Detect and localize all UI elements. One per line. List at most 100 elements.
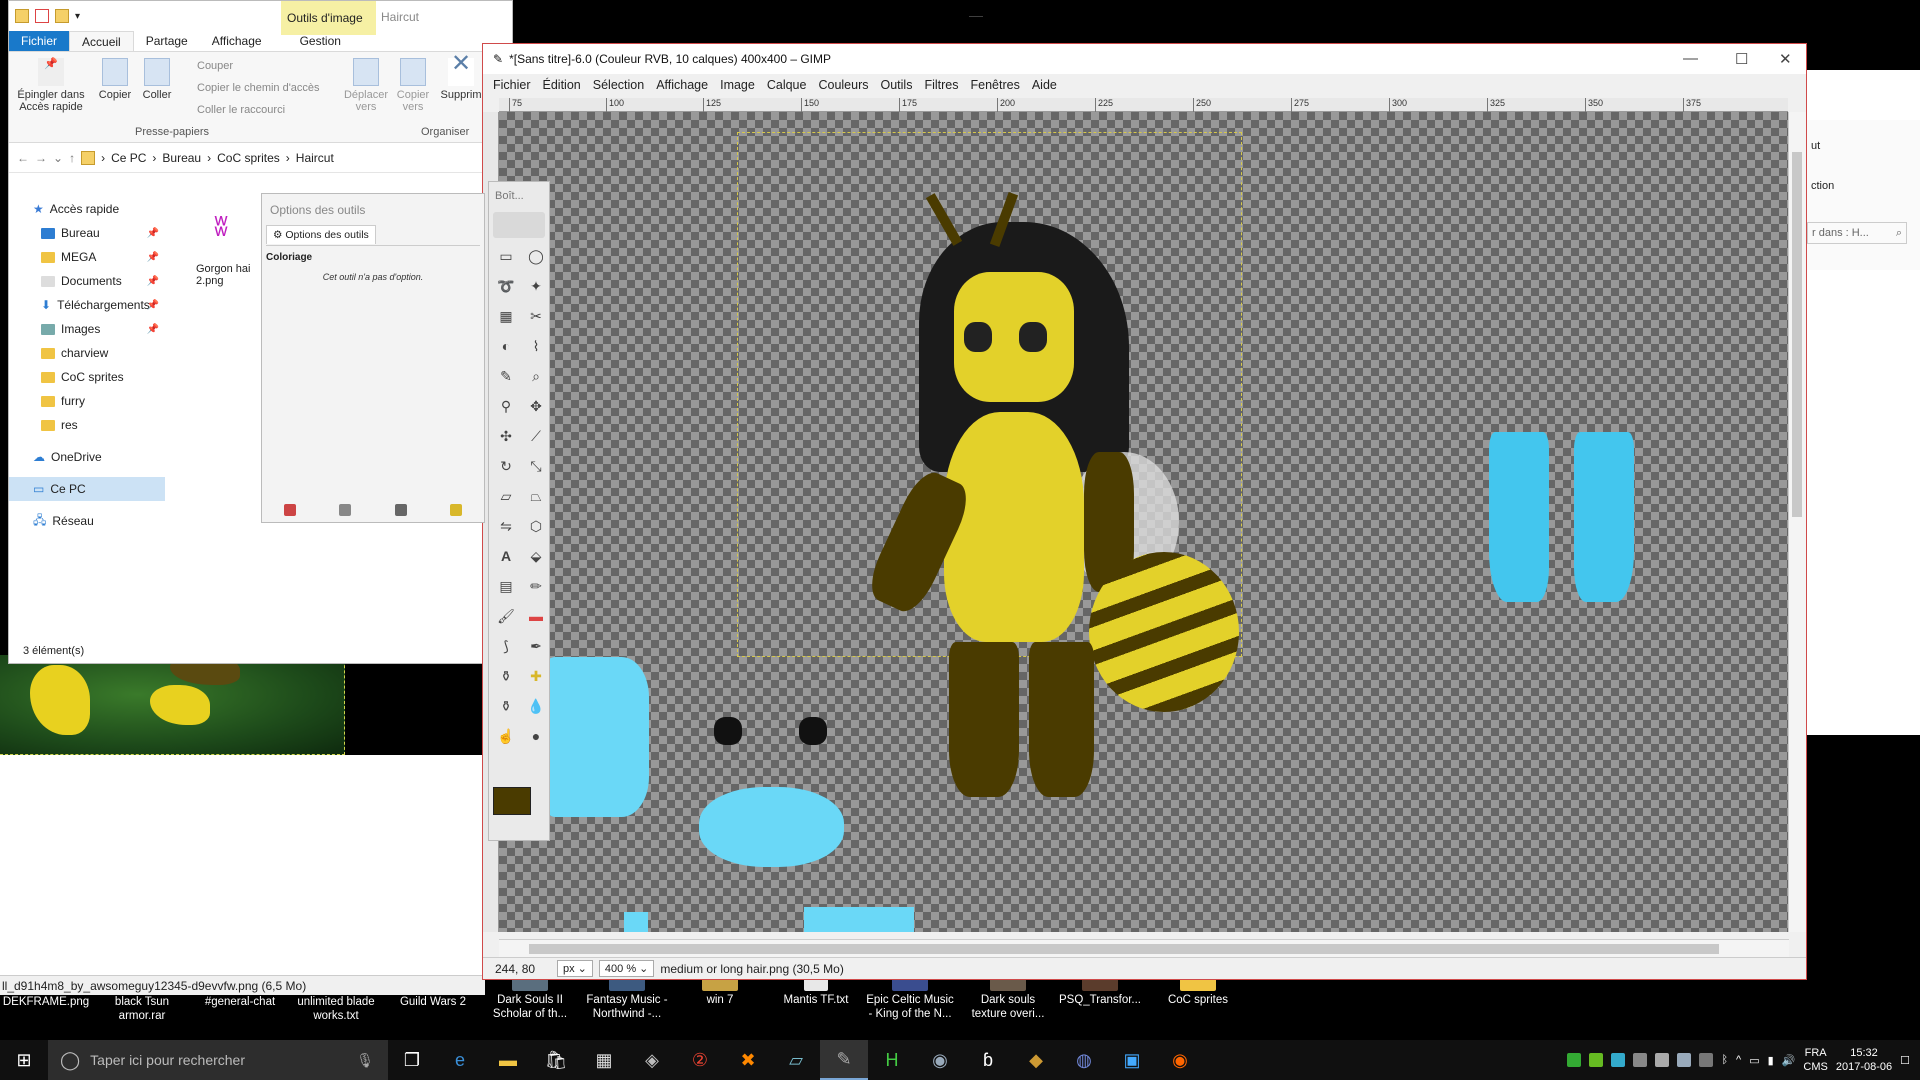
app-icon[interactable]: ◈ <box>628 1040 676 1080</box>
calculator-icon[interactable]: ▦ <box>580 1040 628 1080</box>
free-select-icon[interactable]: ➰ <box>494 274 518 298</box>
perspective-icon[interactable]: ⏢ <box>524 484 548 508</box>
copy-to-button[interactable]: Copier vers <box>393 58 433 113</box>
eraser-icon[interactable]: ▬ <box>524 604 548 628</box>
menu-edit[interactable]: Édition <box>537 74 587 96</box>
task-view-icon[interactable]: ❐ <box>388 1040 436 1080</box>
measure-icon[interactable]: ⚲ <box>494 394 518 418</box>
desktop-icon[interactable]: #general-chat <box>194 995 286 1009</box>
close-icon[interactable]: ✕ <box>1779 50 1792 68</box>
rotate-icon[interactable]: ↻ <box>494 454 518 478</box>
flip-icon[interactable]: ⇋ <box>494 514 518 538</box>
delete-preset-icon[interactable] <box>394 504 407 516</box>
bucket-fill-icon[interactable]: ⬙ <box>524 544 548 568</box>
ink-icon[interactable]: ✒ <box>524 634 548 658</box>
menu-windows[interactable]: Fenêtres <box>964 74 1025 96</box>
pencil-icon[interactable]: ✏ <box>524 574 548 598</box>
clone-icon[interactable]: ⚱ <box>494 664 518 688</box>
tray-app-icon[interactable] <box>1567 1053 1582 1067</box>
zoom-icon[interactable]: ⌕ <box>524 364 548 388</box>
restore-preset-icon[interactable] <box>339 504 352 516</box>
crop-icon[interactable]: ⟋ <box>524 424 548 448</box>
tray-app-icon[interactable] <box>1699 1053 1714 1067</box>
recent-dropdown-icon[interactable]: ⌄ <box>53 151 63 165</box>
nav-images[interactable]: Images 📌 <box>9 317 165 341</box>
save-preset-icon[interactable] <box>283 504 296 516</box>
reset-icon[interactable] <box>450 504 463 516</box>
nav-onedrive[interactable]: ☁ OneDrive <box>9 445 165 469</box>
heal-icon[interactable]: ✚ <box>524 664 548 688</box>
nav-desktop[interactable]: Bureau 📌 <box>9 221 165 245</box>
breadcrumb-item[interactable]: Bureau <box>162 151 201 165</box>
store-icon[interactable]: 🛍 <box>532 1040 580 1080</box>
menu-layer[interactable]: Calque <box>761 74 813 96</box>
scissors-icon[interactable]: ✂ <box>524 304 548 328</box>
nav-downloads[interactable]: ⬇ Téléchargements 📌 <box>9 293 165 317</box>
move-to-button[interactable]: Déplacer vers <box>343 58 389 113</box>
new-folder-icon[interactable] <box>55 9 69 23</box>
move-icon[interactable]: ✥ <box>524 394 548 418</box>
menu-view[interactable]: Affichage <box>650 74 714 96</box>
minimize-icon[interactable]: — <box>969 7 983 23</box>
copy-button[interactable]: Copier <box>95 58 135 101</box>
dodge-burn-icon[interactable]: ● <box>524 724 548 748</box>
zoom-select[interactable]: 400 % ⌄ <box>598 960 655 977</box>
copy-path-button[interactable]: Copier le chemin d'accès <box>197 82 320 94</box>
fuzzy-select-icon[interactable]: ✦ <box>524 274 548 298</box>
menu-select[interactable]: Sélection <box>587 74 650 96</box>
menu-image[interactable]: Image <box>714 74 761 96</box>
app-blue-icon[interactable]: ▣ <box>1108 1040 1156 1080</box>
scale-icon[interactable]: ⤡ <box>524 454 548 478</box>
tray-app-icon[interactable] <box>1655 1053 1670 1067</box>
back-arrow-icon[interactable]: ← <box>17 151 29 165</box>
discord-icon[interactable]: ◍ <box>1060 1040 1108 1080</box>
desktop-icon[interactable]: Guild Wars 2 <box>387 995 479 1009</box>
volume-icon[interactable]: 🔊 <box>1782 1054 1796 1067</box>
microphone-icon[interactable]: 🎙 <box>356 1052 374 1069</box>
nav-documents[interactable]: Documents 📌 <box>9 269 165 293</box>
menu-help[interactable]: Aide <box>1026 74 1063 96</box>
scrollbar-thumb[interactable] <box>529 944 1719 954</box>
pin-quick-access-button[interactable]: 📌 Épingler dans Accès rapide <box>13 58 89 113</box>
breadcrumb-item[interactable]: Haircut <box>296 151 334 165</box>
battery-icon[interactable]: ▮ <box>1768 1054 1774 1067</box>
clock[interactable]: 15:32 2017-08-06 <box>1836 1046 1892 1074</box>
notifications-icon[interactable]: ☐ <box>1900 1054 1910 1067</box>
edge-icon[interactable]: e <box>436 1040 484 1080</box>
address-bar[interactable]: ← → ⌄ ↑ › Ce PC › Bureau › CoC sprites ›… <box>9 143 512 173</box>
windows-start-icon[interactable]: ⊞ <box>0 1040 48 1080</box>
tab-home[interactable]: Accueil <box>69 31 134 51</box>
nav-charview[interactable]: charview <box>9 341 165 365</box>
nav-furry[interactable]: furry <box>9 389 165 413</box>
menu-file[interactable]: Fichier <box>487 74 537 96</box>
firefox-icon[interactable]: ◉ <box>1156 1040 1204 1080</box>
unit-select[interactable]: px ⌄ <box>557 960 593 977</box>
ribbon-context-tab[interactable]: Outils d'image <box>281 1 376 35</box>
text-icon[interactable]: A <box>494 544 518 568</box>
tab-tool-options[interactable]: ⚙ Options des outils <box>266 225 376 244</box>
menu-colors[interactable]: Couleurs <box>812 74 874 96</box>
gradient-icon[interactable]: ▤ <box>494 574 518 598</box>
vertical-scrollbar[interactable] <box>1788 112 1806 932</box>
breadcrumb-item[interactable]: CoC sprites <box>217 151 280 165</box>
file-item[interactable]: ʬ Gorgon hai 2.png <box>196 197 266 287</box>
forward-arrow-icon[interactable]: → <box>35 151 47 165</box>
desktop-icon[interactable]: black Tsun armor.rar <box>96 995 188 1023</box>
desktop-icon[interactable]: Epic Celtic Music - King of the N... <box>864 975 956 1021</box>
ellipse-select-icon[interactable]: ◯ <box>524 244 548 268</box>
airbrush-icon[interactable]: ⟆ <box>494 634 518 658</box>
app-b-icon[interactable]: ɓ <box>964 1040 1012 1080</box>
blur-icon[interactable]: 💧 <box>524 694 548 718</box>
perspective-clone-icon[interactable]: ⚱ <box>494 694 518 718</box>
rect-select-icon[interactable]: ▭ <box>494 244 518 268</box>
paintbrush-icon[interactable]: 🖌 <box>494 604 518 628</box>
customize-qat-icon[interactable]: ▾ <box>75 11 80 22</box>
nvidia-icon[interactable] <box>1589 1053 1604 1067</box>
desktop-icon[interactable]: Fantasy Music - Northwind -... <box>581 975 673 1021</box>
smudge-icon[interactable]: ☝ <box>494 724 518 748</box>
network-icon[interactable]: ▭ <box>1749 1054 1759 1067</box>
steam-tray-icon[interactable] <box>1677 1053 1692 1067</box>
tab-share[interactable]: Partage <box>134 31 200 51</box>
chevron-up-icon[interactable]: ^ <box>1736 1054 1741 1066</box>
up-arrow-icon[interactable]: ↑ <box>69 151 75 165</box>
